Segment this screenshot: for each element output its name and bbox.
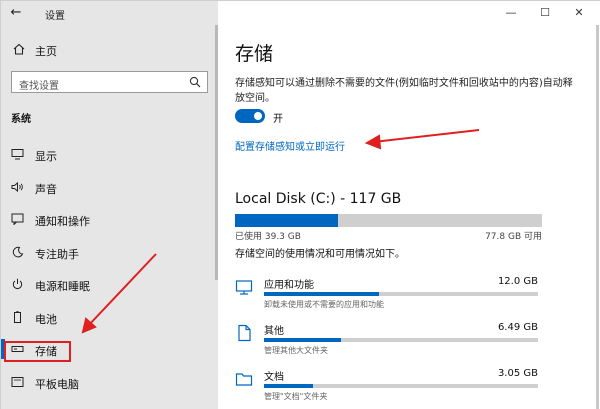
page-title: 存储 xyxy=(235,43,274,65)
storage-sense-description: 存储感知可以通过删除不需要的文件(例如临时文件和回收站中的内容)自动释放空间。 xyxy=(235,78,573,104)
content-scrollbar[interactable] xyxy=(596,25,599,409)
apps-icon xyxy=(235,280,253,295)
window-controls: — ☐ ✕ xyxy=(491,1,600,25)
configure-storage-sense-link[interactable]: 配置存储感知或立即运行 xyxy=(235,138,345,153)
back-arrow-icon[interactable]: ← xyxy=(9,6,23,20)
sidebar-item-label: 声音 xyxy=(35,182,57,196)
sidebar-item-sound[interactable]: 声音 xyxy=(1,171,218,204)
disk-usage-fill xyxy=(235,214,339,227)
battery-icon xyxy=(14,310,21,323)
sidebar-item-label: 电池 xyxy=(35,312,57,326)
maximize-icon[interactable]: ☐ xyxy=(537,5,553,21)
notification-icon xyxy=(11,213,24,225)
category-size: 6.49 GB xyxy=(497,322,538,333)
search-input[interactable]: 查找设置 xyxy=(11,71,208,93)
category-name: 其他 xyxy=(264,326,284,337)
sidebar-item-battery[interactable]: 电池 xyxy=(1,301,218,334)
nav-home[interactable]: 主页 xyxy=(1,39,218,61)
usage-description: 存储空间的使用情况和可用情况如下。 xyxy=(235,249,405,260)
sidebar-item-tablet[interactable]: 平板电脑 xyxy=(1,366,218,399)
annotation-highlight-box xyxy=(4,341,71,362)
toggle-label: 开 xyxy=(273,114,283,125)
tablet-icon xyxy=(11,376,24,387)
folder-icon xyxy=(235,373,253,386)
moon-icon xyxy=(12,246,24,257)
category-size: 12.0 GB xyxy=(497,276,538,287)
category-bar-fill xyxy=(264,338,341,342)
main-content: — ☐ ✕ 存储 存储感知可以通过删除不需要的文件(例如临时文件和回收站中的内容… xyxy=(218,1,600,409)
category-name: 文档 xyxy=(264,372,284,383)
sidebar-item-label: 电源和睡眠 xyxy=(35,280,90,293)
sidebar-item-label: 显示 xyxy=(35,150,57,163)
category-subtitle: 卸载未使用或不需要的应用和功能 xyxy=(264,300,384,309)
category-subtitle: 管理其他大文件夹 xyxy=(264,346,328,355)
home-icon xyxy=(13,43,25,55)
titlebar-left: ← 设置 xyxy=(1,1,218,25)
category-apps[interactable]: 应用和功能 12.0 GB 卸载未使用或不需要的应用和功能 xyxy=(235,274,545,314)
storage-sense-toggle[interactable] xyxy=(235,109,265,123)
power-icon xyxy=(12,278,23,289)
category-other[interactable]: 其他 6.49 GB 管理其他大文件夹 xyxy=(235,320,545,360)
sidebar-item-notifications[interactable]: 通知和操作 xyxy=(1,203,218,236)
category-bar xyxy=(264,292,538,296)
sidebar-item-display[interactable]: 显示 xyxy=(1,138,218,171)
category-subtitle: 管理"文档"文件夹 xyxy=(264,392,328,401)
speaker-icon xyxy=(11,181,23,192)
sidebar-item-label: 通知和操作 xyxy=(35,215,90,228)
sidebar-item-focus-assist[interactable]: 专注助手 xyxy=(1,236,218,269)
sidebar-item-label: 专注助手 xyxy=(35,247,79,261)
category-bar-fill xyxy=(264,384,314,388)
disk-free-label: 77.8 GB 可用 xyxy=(485,232,542,242)
monitor-icon xyxy=(11,149,24,160)
minimize-icon[interactable]: — xyxy=(503,5,519,21)
close-icon[interactable]: ✕ xyxy=(571,5,587,21)
section-title: 系统 xyxy=(11,114,31,125)
sidebar-item-power[interactable]: 电源和睡眠 xyxy=(1,268,218,301)
category-size: 3.05 GB xyxy=(497,368,538,379)
file-icon xyxy=(238,324,251,342)
category-bar xyxy=(264,384,538,388)
search-placeholder: 查找设置 xyxy=(19,81,59,92)
disk-used-label: 已使用 39.3 GB xyxy=(235,232,301,242)
sidebar-item-label: 平板电脑 xyxy=(35,377,79,391)
disk-title: Local Disk (C:) - 117 GB xyxy=(235,191,402,207)
search-icon xyxy=(189,76,201,88)
category-bar-fill xyxy=(264,292,380,296)
disk-usage-bar xyxy=(235,214,542,227)
nav-home-label: 主页 xyxy=(35,45,57,58)
category-name: 应用和功能 xyxy=(264,280,314,291)
sidebar: ← 设置 主页 查找设置 系统 显示 声音 通知和操作 专注助手 电源和睡眠 电… xyxy=(1,1,218,409)
toggle-knob xyxy=(254,112,262,120)
category-documents[interactable]: 文档 3.05 GB 管理"文档"文件夹 xyxy=(235,366,545,406)
category-bar xyxy=(264,338,538,342)
window-title: 设置 xyxy=(45,11,65,22)
